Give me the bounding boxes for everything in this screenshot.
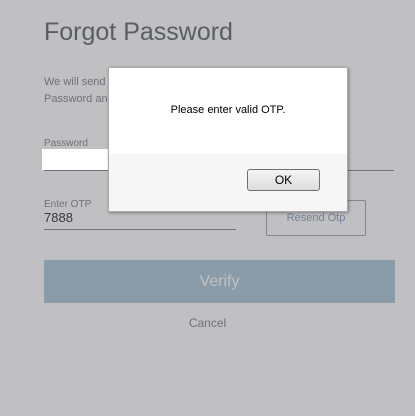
ok-button[interactable]: OK [247,169,320,191]
input-highlight [42,149,110,170]
dialog-message: Please enter valid OTP. [170,104,286,116]
alert-dialog: Please enter valid OTP. OK [108,67,348,212]
